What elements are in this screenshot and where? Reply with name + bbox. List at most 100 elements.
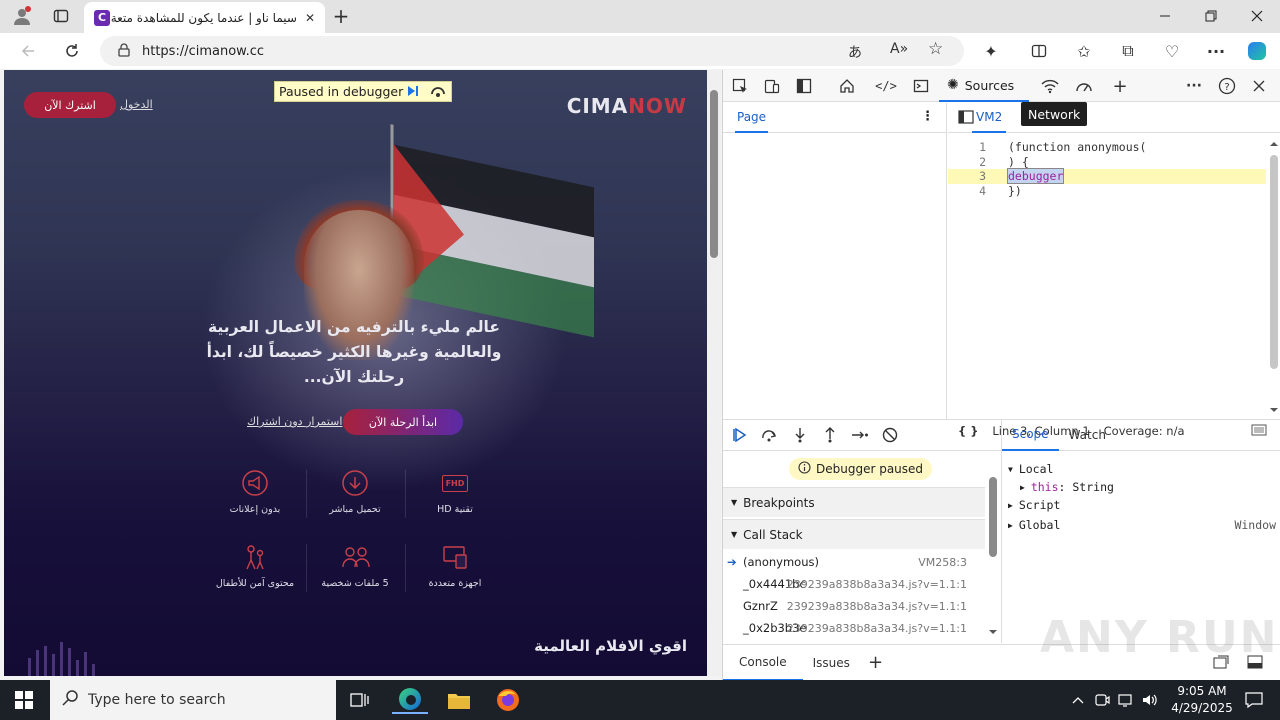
close-window-icon[interactable] (1234, 0, 1280, 32)
frame-location[interactable]: VM258:3 (918, 556, 967, 569)
back-icon[interactable] (14, 37, 42, 65)
step-out-icon[interactable] (817, 423, 843, 447)
url-text[interactable]: https://cimanow.cc (142, 44, 264, 59)
network-status-icon[interactable] (1114, 686, 1138, 714)
favorites-icon[interactable]: ✩ (1070, 37, 1098, 65)
dock-side-icon[interactable] (791, 74, 817, 98)
task-view-icon[interactable] (342, 686, 378, 714)
tab-sources[interactable]: ✺ Sources (939, 70, 1029, 102)
taskbar-search[interactable]: Type here to search (50, 680, 336, 720)
refresh-icon[interactable] (58, 37, 86, 65)
scope-script[interactable]: ▶ Script (1008, 496, 1280, 514)
editor-scroll-thumb[interactable] (1270, 155, 1278, 369)
extensions-icon[interactable]: ✦ (977, 37, 1005, 65)
collections-icon[interactable]: ⧉ (1114, 37, 1142, 65)
help-icon[interactable]: ? (1214, 74, 1240, 98)
more-menu-icon[interactable]: ··· (1202, 37, 1230, 65)
tab-page[interactable]: Page (735, 103, 769, 133)
debugger-scroll-thumb[interactable] (989, 477, 997, 557)
restore-icon[interactable] (1188, 0, 1234, 32)
tab-issues[interactable]: Issues (803, 645, 860, 681)
more-tools-plus-icon[interactable]: + (1107, 74, 1133, 98)
inspect-element-icon[interactable] (727, 74, 753, 98)
minimize-icon[interactable] (1142, 0, 1188, 32)
editor-scrollbar[interactable] (1269, 139, 1279, 415)
signup-button[interactable]: اشترك الآن (24, 92, 116, 118)
tab-vm-file[interactable]: VM2 (972, 103, 1007, 133)
page-scroll-thumb[interactable] (710, 90, 718, 258)
copilot-icon[interactable] (1243, 37, 1271, 65)
address-bar[interactable]: https://cimanow.cc あ A» ☆ (100, 36, 964, 66)
call-frame[interactable]: ➔ (anonymous) VM258:3 (723, 551, 985, 573)
show-hidden-icons-icon[interactable] (1066, 686, 1090, 714)
new-tab-button[interactable]: + (329, 4, 353, 28)
file-explorer-icon[interactable] (441, 686, 477, 714)
line-number[interactable]: 4 (970, 184, 986, 198)
deactivate-breakpoints-icon[interactable] (877, 423, 903, 447)
toggle-navigator-icon[interactable] (958, 110, 974, 127)
site-logo[interactable]: CIMANOW (567, 94, 687, 118)
frame-location[interactable]: 239239a838b8a3a34.js?v=1.1:1 (787, 600, 967, 613)
tab-watch[interactable]: Watch (1059, 419, 1116, 451)
translate-icon[interactable]: あ (848, 42, 862, 62)
frame-location[interactable]: 239239a838b8a3a34.js?v=1.1:1 (787, 578, 967, 591)
close-devtools-icon[interactable] (1246, 74, 1272, 98)
line-number[interactable]: 2 (970, 155, 986, 169)
call-frame[interactable]: _0x4441bc 239239a838b8a3a34.js?v=1.1:1 (723, 573, 985, 595)
device-emulation-icon[interactable] (759, 74, 785, 98)
scope-local[interactable]: ▼ Local (1008, 460, 1280, 478)
resume-icon[interactable] (405, 84, 421, 101)
scope-this[interactable]: ▶ this : String (1020, 478, 1280, 496)
navigator-more-icon[interactable]: ⋮ (921, 109, 934, 124)
firefox-icon[interactable] (490, 686, 526, 714)
feature-multi-devices: اجهزة متعددة (410, 542, 500, 589)
read-aloud-icon[interactable]: A» (890, 41, 908, 57)
browser-tab[interactable]: C سيما ناو | عندما يكون للمشاهدة متعة ✕ (84, 2, 325, 33)
edge-taskbar-icon[interactable] (392, 686, 428, 714)
resume-execution-icon[interactable] (727, 423, 753, 447)
performance-icon[interactable]: ♡ (1158, 37, 1186, 65)
frame-location[interactable]: 239239a838b8a3a34.js?v=1.1:1 (787, 622, 967, 635)
lock-icon[interactable] (118, 42, 130, 60)
continue-without-subscription-link[interactable]: استمرار دون اشتراك (247, 415, 342, 428)
step-over-icon[interactable] (429, 84, 447, 101)
tab-console[interactable]: Console (723, 645, 803, 681)
meet-now-icon[interactable] (1090, 686, 1114, 714)
tab-strip: C سيما ناو | عندما يكون للمشاهدة متعة ✕ … (0, 0, 1280, 33)
scope-global[interactable]: ▶ Global Window (1008, 516, 1276, 534)
debugger-scrollbar[interactable] (987, 451, 999, 641)
tab-actions-icon[interactable] (48, 4, 74, 28)
notifications-icon[interactable] (1236, 686, 1272, 714)
step-over-next-icon[interactable] (757, 423, 783, 447)
collapse-arrow-icon: ▶ (1008, 500, 1013, 510)
profile-icon[interactable] (8, 4, 36, 28)
devtools-menu-icon[interactable]: ··· (1181, 74, 1207, 98)
code-line-current: 3 debugger (948, 168, 1266, 184)
step-into-icon[interactable] (787, 423, 813, 447)
line-number[interactable]: 3 (970, 169, 986, 183)
step-icon[interactable] (847, 423, 873, 447)
console-icon[interactable] (908, 74, 934, 98)
elements-icon[interactable]: </> (873, 74, 899, 98)
call-frame[interactable]: GznrZ 239239a838b8a3a34.js?v=1.1:1 (723, 595, 985, 617)
network-wifi-icon[interactable] (1037, 74, 1063, 98)
tab-scope[interactable]: Scope (1002, 419, 1059, 451)
favorite-star-icon[interactable]: ☆ (928, 39, 943, 59)
call-stack-section[interactable]: ▼ Call Stack (723, 519, 985, 549)
feature-no-ads: بدون إعلانات (210, 468, 300, 515)
split-screen-icon[interactable] (1025, 37, 1053, 65)
browser-toolbar: https://cimanow.cc あ A» ☆ ✦ ✩ ⧉ ♡ ··· (0, 33, 1280, 69)
windows-start-icon[interactable] (6, 686, 42, 714)
drawer-add-tab-icon[interactable]: + (860, 645, 891, 681)
performance-gauge-icon[interactable] (1071, 74, 1097, 98)
breakpoints-section[interactable]: ▼ Breakpoints (723, 487, 985, 517)
system-clock[interactable]: 9:05 AM 4/29/2025 (1166, 683, 1238, 717)
close-tab-icon[interactable]: ✕ (305, 11, 315, 25)
login-link[interactable]: الدخول (120, 98, 153, 111)
volume-icon[interactable] (1138, 686, 1162, 714)
line-number[interactable]: 1 (970, 140, 986, 154)
start-journey-button[interactable]: ابدأ الرحلة الآن (343, 409, 463, 435)
page-scrollbar[interactable] (707, 70, 721, 676)
welcome-home-icon[interactable] (834, 74, 860, 98)
call-frame[interactable]: _0x2b3b3e 239239a838b8a3a34.js?v=1.1:1 (723, 617, 985, 639)
